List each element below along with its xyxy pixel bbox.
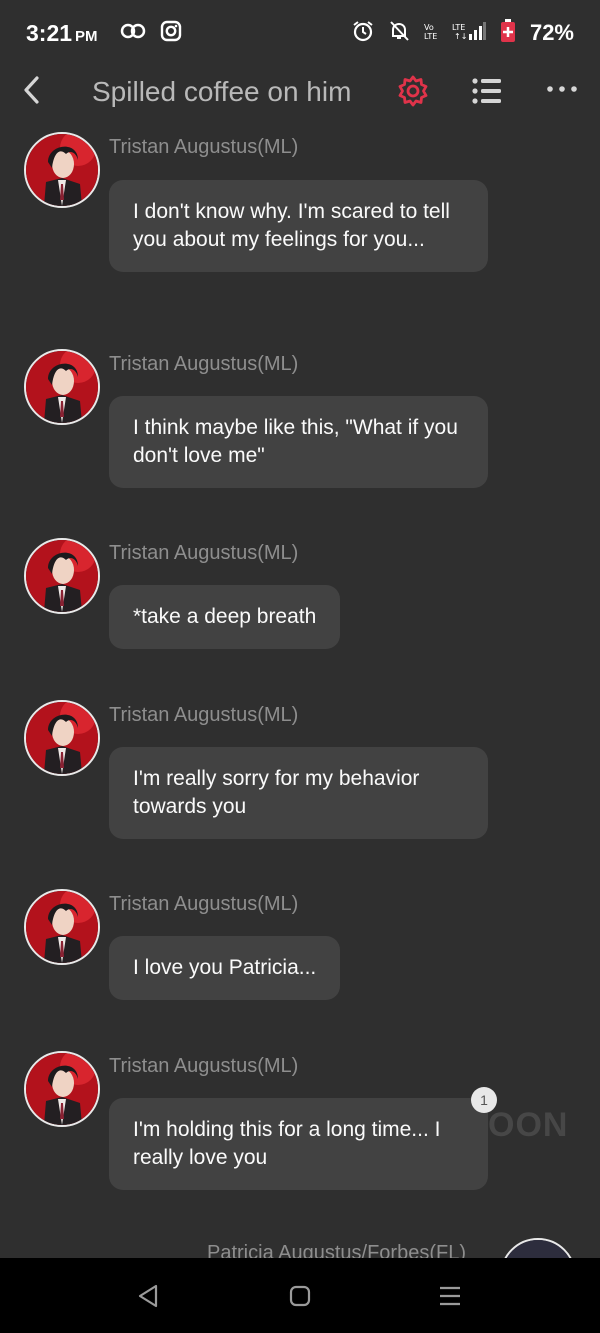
status-time: 3:21 PM [26,20,98,47]
message-text: I'm really sorry for my behavior towards… [133,767,420,818]
message-bubble[interactable]: I think maybe like this, "What if you do… [109,396,488,488]
system-nav-bar [0,1258,600,1333]
battery-icon [500,18,516,48]
avatar[interactable] [500,1238,576,1258]
sender-name: Tristan Augustus(ML) [109,136,299,158]
avatar[interactable] [24,1051,100,1127]
avatar[interactable] [24,349,100,425]
battery-percent: 72% [529,20,574,45]
message-bubble[interactable]: I love you Patricia... [109,936,341,1000]
more-icon [545,86,579,110]
nav-back-icon [134,1284,164,1314]
status-time-value: 3:21 [26,19,73,46]
status-time-ampm: PM [75,27,98,45]
message-bubble[interactable]: I'm really sorry for my behavior towards… [109,747,488,839]
sender-name: Tristan Augustus(ML) [109,1055,299,1077]
message-text: I'm holding this for a long time... I re… [133,1118,441,1169]
sender-name: Tristan Augustus(ML) [109,353,299,375]
message-text: I don't know why. I'm scared to tell you… [133,200,450,251]
list-icon [471,78,503,110]
avatar[interactable] [24,889,100,965]
avatar[interactable] [24,700,100,776]
message-text: I think maybe like this, "What if you do… [133,416,458,467]
mute-icon [388,20,410,47]
message-list[interactable]: Tristan Augustus(ML) I don't know why. I… [0,118,600,1258]
lte-signal-icon: LTE ↑↓ [452,21,486,46]
avatar[interactable] [24,132,100,208]
sender-name: Tristan Augustus(ML) [109,704,299,726]
link-icon [120,21,146,46]
chat-list-button[interactable] [471,76,503,106]
alarm-icon [352,20,374,47]
sender-name: Tristan Augustus(ML) [109,893,299,915]
status-bar: 3:21 PM Vo LTE LTE ↑↓ 72% [0,0,600,66]
volte-icon: Vo LTE [424,21,438,46]
svg-text:Vo: Vo [424,23,434,32]
nav-home-icon [286,1285,314,1314]
chat-title: Spilled coffee on him [92,76,352,107]
nav-recents-icon [437,1286,463,1314]
svg-text:LTE: LTE [452,23,465,32]
svg-text:↑↓: ↑↓ [454,32,467,41]
instagram-icon [160,20,182,47]
settings-button[interactable] [396,74,430,108]
svg-text:LTE: LTE [424,32,437,41]
message-bubble[interactable]: I'm holding this for a long time... I re… [109,1098,488,1190]
more-options-button[interactable] [545,78,579,106]
gear-icon [396,75,430,112]
sender-name: Patricia Augustus/Forbes(FL) [207,1242,466,1258]
message-text: *take a deep breath [133,605,317,628]
watermark: OON [488,1106,569,1144]
nav-recents-button[interactable] [437,1282,463,1310]
message-bubble[interactable]: I don't know why. I'm scared to tell you… [109,180,488,272]
sender-name: Tristan Augustus(ML) [109,542,299,564]
chat-header: Spilled coffee on him [0,66,600,118]
nav-home-button[interactable] [286,1282,314,1310]
back-button[interactable] [16,74,46,110]
message-bubble[interactable]: *take a deep breath [109,585,341,649]
avatar[interactable] [24,538,100,614]
back-arrow-icon [22,75,40,110]
nav-back-button[interactable] [134,1282,164,1310]
message-text: I love you Patricia... [133,956,317,979]
